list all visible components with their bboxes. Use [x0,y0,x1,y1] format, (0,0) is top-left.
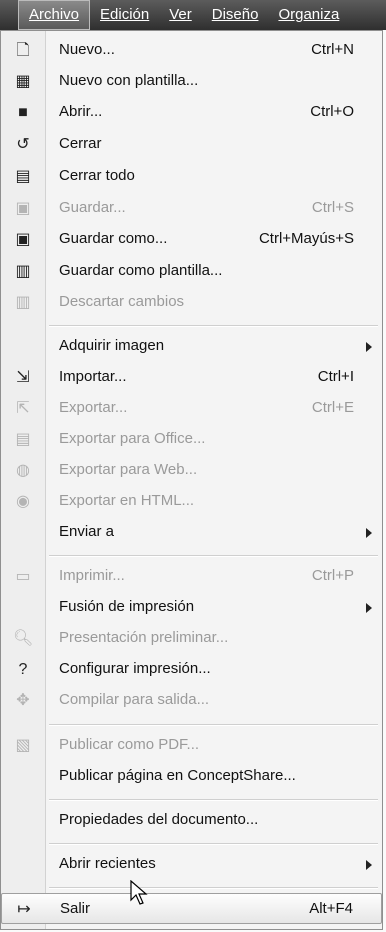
menu-separator [49,325,378,327]
menu-item-publicar-pdf[interactable]: ▧ Publicar como PDF... [1,730,382,761]
menu-item-compilar-salida[interactable]: ✥ Compilar para salida... [1,685,382,716]
save-icon: ▣ [15,200,31,217]
menu-bar: Archivo Edición Ver Diseño Organiza [0,0,386,30]
archivo-dropdown-menu: 🗋 Nuevo... Ctrl+N ▦ Nuevo con plantilla.… [0,30,383,930]
menu-item-publicar-conceptshare[interactable]: Publicar página en ConceptShare... [1,761,382,792]
menu-item-imprimir[interactable]: ▭ Imprimir... Ctrl+P [1,561,382,592]
menu-item-exportar-web[interactable]: ◍ Exportar para Web... [1,455,382,486]
menu-item-descartar-cambios[interactable]: ▥ Descartar cambios [1,287,382,318]
menu-ver[interactable]: Ver [159,0,202,30]
import-icon: ⇲ [16,369,30,386]
menu-separator [49,555,378,557]
menu-separator [49,887,378,889]
menu-item-guardar-plantilla[interactable]: ▥ Guardar como plantilla... [1,256,382,287]
menu-separator [49,843,378,845]
submenu-arrow-icon [366,528,372,538]
menu-item-abrir[interactable]: ■ Abrir... Ctrl+O [1,97,382,128]
menu-separator [49,724,378,726]
mouse-pointer-icon [130,880,148,905]
menu-diseno[interactable]: Diseño [202,0,269,30]
submenu-arrow-icon [366,603,372,613]
menu-item-adquirir-imagen[interactable]: Adquirir imagen [1,331,382,362]
export-office-icon: ▤ [15,431,31,448]
export-icon: ⇱ [16,400,30,417]
save-template-icon: ▥ [15,263,31,280]
folder-icon: ■ [18,104,28,121]
menu-archivo[interactable]: Archivo [18,0,91,30]
menu-item-cerrar-todo[interactable]: ▤ Cerrar todo [1,161,382,192]
exit-icon: ↦ [17,901,31,918]
new-from-template-icon: ▦ [15,73,31,90]
menu-item-fusion-impresion[interactable]: Fusión de impresión [1,592,382,623]
revert-icon: ▥ [15,294,31,311]
close-document-icon: ↺ [16,136,30,153]
save-as-icon: ▣ [15,231,31,248]
menu-edicion[interactable]: Edición [90,0,159,30]
menu-item-exportar-office[interactable]: ▤ Exportar para Office... [1,424,382,455]
printer-icon: ▭ [15,568,31,585]
print-preview-icon: 🔍︎ [13,630,34,647]
print-setup-icon: ? [18,661,28,678]
menu-item-cerrar[interactable]: ↺ Cerrar [1,129,382,160]
menu-separator [49,799,378,801]
menu-item-abrir-recientes[interactable]: Abrir recientes [1,849,382,880]
export-web-icon: ◍ [16,462,30,479]
menu-item-guardar-como[interactable]: ▣ Guardar como... Ctrl+Mayús+S [1,224,382,255]
menu-item-nuevo-plantilla[interactable]: ▦ Nuevo con plantilla... [1,66,382,97]
menu-item-importar[interactable]: ⇲ Importar... Ctrl+I [1,362,382,393]
menu-item-guardar[interactable]: ▣ Guardar... Ctrl+S [1,193,382,224]
menu-item-presentacion-preliminar[interactable]: 🔍︎ Presentación preliminar... [1,623,382,654]
menu-item-nuevo[interactable]: 🗋 Nuevo... Ctrl+N [1,35,382,66]
pdf-icon: ▧ [15,737,31,754]
menu-item-exportar[interactable]: ⇱ Exportar... Ctrl+E [1,393,382,424]
menu-item-exportar-html[interactable]: ◉ Exportar en HTML... [1,486,382,517]
menu-item-enviar-a[interactable]: Enviar a [1,517,382,548]
submenu-arrow-icon [366,342,372,352]
export-html-icon: ◉ [16,493,30,510]
menu-item-salir[interactable]: ↦ Salir Alt+F4 [1,893,382,924]
new-document-icon: 🗋 [16,42,30,59]
prepare-output-icon: ✥ [16,692,30,709]
menu-item-propiedades-documento[interactable]: Propiedades del documento... [1,805,382,836]
submenu-arrow-icon [366,860,372,870]
close-all-icon: ▤ [15,168,31,185]
menu-organizar[interactable]: Organiza [268,0,349,30]
menu-item-configurar-impresion[interactable]: ? Configurar impresión... [1,654,382,685]
